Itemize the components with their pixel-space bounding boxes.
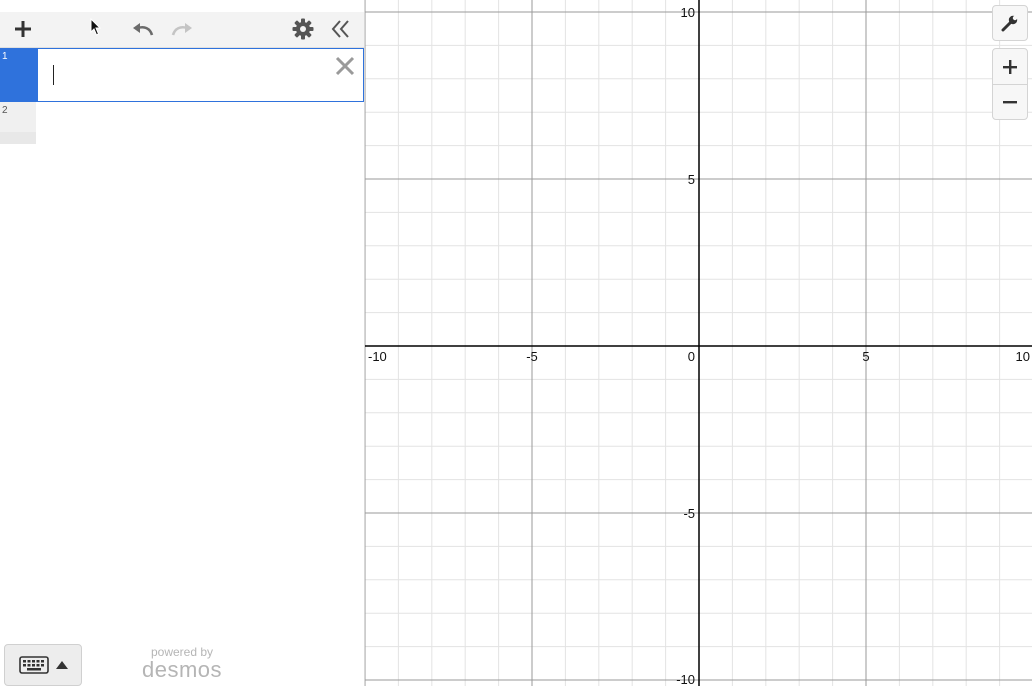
expression-panel: 1 2 powered by desmos [0,0,365,686]
keyboard-icon [19,656,49,674]
add-expression-button[interactable] [8,12,38,46]
expression-index-footer [0,132,36,144]
double-chevron-left-icon [331,20,349,38]
caret-up-icon [56,661,68,669]
graph-grid: -10 -5 0 5 10 10 5 -5 -10 [365,0,1032,686]
y-tick-label: 10 [681,5,695,20]
undo-icon [133,23,154,36]
text-caret [53,65,54,85]
keyboard-toggle-button[interactable] [4,644,82,686]
graph-paper[interactable]: -10 -5 0 5 10 10 5 -5 -10 [365,0,1032,686]
expression-toolbar [0,12,364,48]
expression-list: 1 2 [0,48,364,144]
gear-icon [292,18,314,40]
collapse-panel-button[interactable] [326,12,356,46]
x-tick-label: -5 [526,349,538,364]
undo-button[interactable] [128,12,158,46]
zoom-controls [992,48,1028,120]
delete-expression-button[interactable] [333,54,357,78]
graph-settings-button[interactable] [992,5,1028,41]
expression-index: 2 [2,105,8,116]
close-icon [335,56,355,76]
plus-icon [1003,59,1017,74]
powered-by-logo: powered by desmos [139,645,225,681]
zoom-in-button[interactable] [993,49,1027,85]
x-tick-label: 0 [688,349,695,364]
expression-index: 1 [2,51,8,62]
expression-input[interactable] [39,49,323,101]
x-tick-label: -10 [368,349,387,364]
settings-button[interactable] [288,12,318,46]
wrench-icon [1001,15,1018,32]
zoom-out-button[interactable] [993,85,1027,119]
y-tick-label: 5 [688,172,695,187]
mouse-cursor-icon [90,18,102,36]
redo-button[interactable] [167,12,197,46]
y-tick-label: -5 [683,506,695,521]
expression-row[interactable]: 2 [0,102,364,144]
redo-icon [171,23,192,36]
x-tick-label: 10 [1016,349,1030,364]
x-tick-label: 5 [862,349,869,364]
expression-index-tab: 1 [0,48,38,102]
minus-icon [1003,101,1017,104]
desmos-brand: desmos [141,657,223,682]
expression-row[interactable]: 1 [0,48,364,102]
expression-index-tab: 2 [0,102,36,144]
y-tick-label: -10 [676,672,695,686]
plus-icon [15,21,31,37]
